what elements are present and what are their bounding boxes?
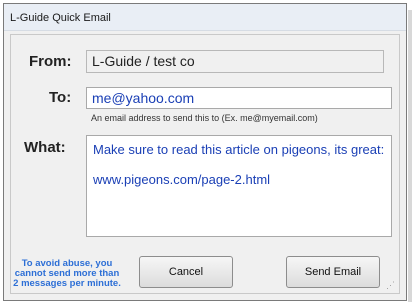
to-label: To: — [49, 89, 72, 106]
message-line-2: www.pigeons.com/page-2.html — [93, 172, 271, 187]
to-hint-text: An email address to send this to (Ex. me… — [91, 113, 318, 123]
quick-email-window: L-Guide Quick Email From: L-Guide / test… — [3, 3, 407, 301]
title-bar[interactable]: L-Guide Quick Email — [4, 4, 406, 31]
window-title: L-Guide Quick Email — [10, 12, 111, 24]
message-line-1: Make sure to read this article on pigeon… — [93, 142, 385, 157]
abuse-notice: To avoid abuse, you cannot send more tha… — [13, 258, 121, 289]
window-shadow — [408, 10, 412, 302]
resize-grip-icon[interactable]: ⋰ — [386, 281, 395, 290]
message-textarea[interactable]: Make sure to read this article on pigeon… — [86, 135, 392, 237]
email-form-panel: From: L-Guide / test co To: me@yahoo.com… — [10, 34, 400, 294]
from-field: L-Guide / test co — [86, 50, 384, 73]
from-label: From: — [29, 53, 72, 70]
to-email-input[interactable]: me@yahoo.com — [86, 87, 392, 109]
cancel-button[interactable]: Cancel — [139, 256, 233, 288]
send-email-button[interactable]: Send Email — [286, 256, 380, 288]
what-label: What: — [24, 139, 66, 156]
